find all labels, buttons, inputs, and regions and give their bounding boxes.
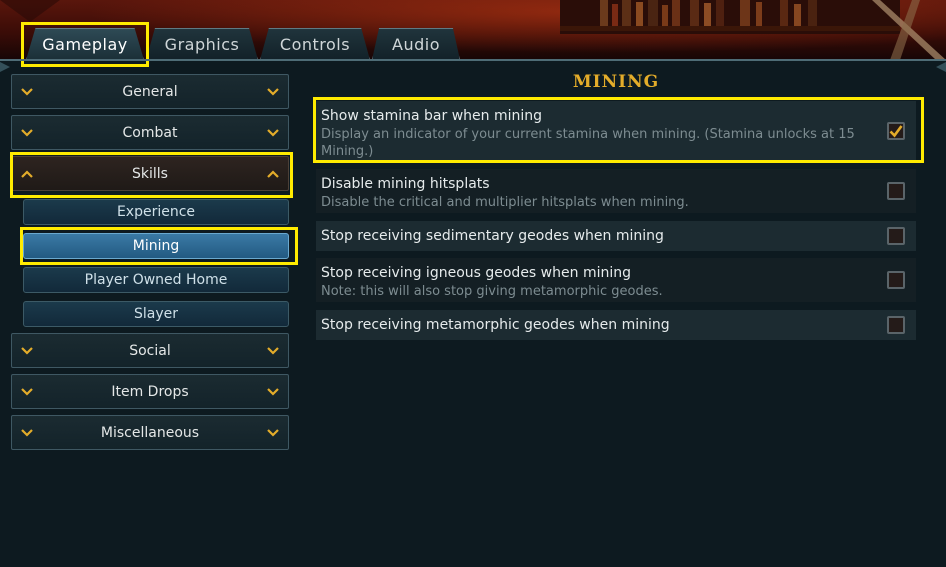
nav-subitem-label: Player Owned Home — [84, 272, 228, 288]
setting-row-stamina-bar[interactable]: Show stamina bar when mining Display an … — [316, 101, 916, 161]
nav-category-social[interactable]: Social — [11, 333, 289, 368]
tab-label: Audio — [392, 35, 440, 54]
setting-title: Disable mining hitsplats — [321, 176, 490, 192]
setting-row-metamorphic-geodes[interactable]: Stop receiving metamorphic geodes when m… — [316, 310, 916, 340]
nav-subitem-slayer[interactable]: Slayer — [23, 301, 289, 327]
chevron-down-icon — [267, 87, 279, 96]
chevron-down-icon — [21, 87, 33, 96]
nav-category-item-drops[interactable]: Item Drops — [11, 374, 289, 409]
checkmark-icon — [889, 125, 903, 138]
nav-category-miscellaneous[interactable]: Miscellaneous — [11, 415, 289, 450]
chevron-down-icon — [21, 128, 33, 137]
tab-label: Gameplay — [42, 35, 128, 54]
setting-row-hitsplats[interactable]: Disable mining hitsplats Disable the cri… — [316, 169, 916, 213]
nav-category-label: Social — [129, 342, 171, 359]
setting-checkbox[interactable] — [887, 227, 905, 245]
tab-label: Controls — [279, 35, 351, 54]
setting-description: Display an indicator of your current sta… — [321, 127, 855, 159]
setting-title: Stop receiving sedimentary geodes when m… — [321, 228, 664, 244]
setting-checkbox[interactable] — [887, 182, 905, 200]
setting-description: Note: this will also stop giving metamor… — [321, 284, 663, 299]
setting-row-igneous-geodes[interactable]: Stop receiving igneous geodes when minin… — [316, 258, 916, 302]
nav-category-skills[interactable]: Skills — [11, 156, 289, 191]
nav-category-label: Combat — [122, 124, 178, 141]
chevron-down-icon — [267, 428, 279, 437]
setting-checkbox[interactable] — [887, 122, 905, 140]
frame-corner-right — [936, 62, 946, 72]
nav-subitem-experience[interactable]: Experience — [23, 199, 289, 225]
chevron-up-icon — [267, 169, 279, 178]
settings-tabbar: Gameplay Graphics Controls Audio — [0, 22, 946, 60]
nav-category-label: Skills — [132, 165, 168, 182]
chevron-down-icon — [267, 128, 279, 137]
nav-subitem-label: Slayer — [133, 306, 178, 322]
setting-title: Show stamina bar when mining — [321, 108, 542, 124]
nav-subitem-mining[interactable]: Mining — [23, 233, 289, 259]
setting-title: Stop receiving metamorphic geodes when m… — [321, 317, 670, 333]
tab-audio[interactable]: Audio — [372, 28, 460, 60]
tab-gameplay[interactable]: Gameplay — [26, 28, 144, 60]
nav-category-label: Miscellaneous — [100, 424, 200, 441]
frame-corner-left — [0, 62, 10, 72]
tab-label: Graphics — [164, 35, 240, 54]
chevron-down-icon — [21, 346, 33, 355]
chevron-down-icon — [267, 387, 279, 396]
nav-subitem-player-owned-home[interactable]: Player Owned Home — [23, 267, 289, 293]
chevron-down-icon — [21, 428, 33, 437]
divider — [0, 59, 946, 61]
nav-category-label: Item Drops — [111, 383, 189, 400]
section-title: MINING — [572, 72, 660, 92]
setting-checkbox[interactable] — [887, 316, 905, 334]
setting-row-sedimentary-geodes[interactable]: Stop receiving sedimentary geodes when m… — [316, 221, 916, 251]
nav-category-label: General — [122, 83, 178, 100]
tab-graphics[interactable]: Graphics — [146, 28, 258, 60]
nav-subitem-label: Experience — [116, 204, 196, 220]
setting-description: Disable the critical and multiplier hits… — [321, 195, 689, 210]
chevron-up-icon — [21, 169, 33, 178]
setting-title: Stop receiving igneous geodes when minin… — [321, 265, 631, 281]
nav-category-combat[interactable]: Combat — [11, 115, 289, 150]
nav-category-general[interactable]: General — [11, 74, 289, 109]
setting-checkbox[interactable] — [887, 271, 905, 289]
tab-controls[interactable]: Controls — [260, 28, 370, 60]
chevron-down-icon — [267, 346, 279, 355]
nav-subitem-label: Mining — [132, 238, 180, 254]
chevron-down-icon — [21, 387, 33, 396]
